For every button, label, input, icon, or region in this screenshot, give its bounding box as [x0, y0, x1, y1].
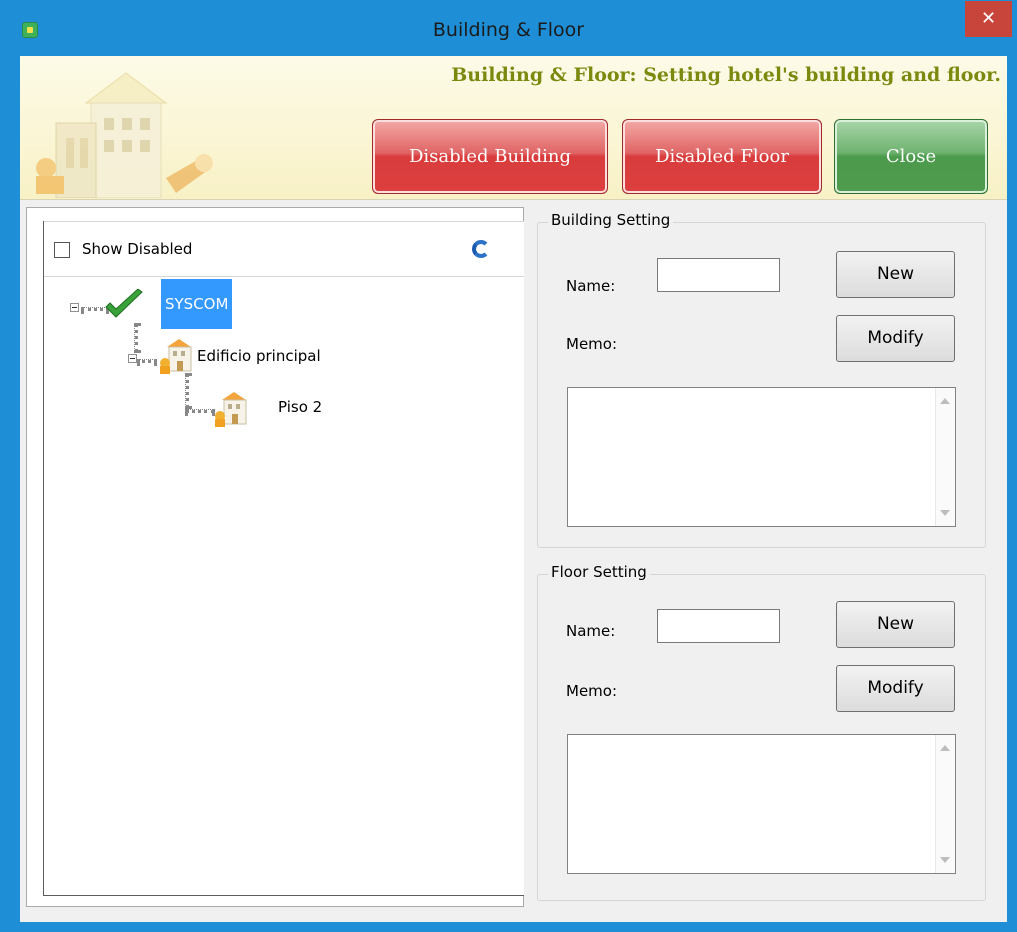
floor-memo-textarea[interactable]: [567, 734, 956, 874]
tree-panel: Show Disabled SYSCOM Edificio principal …: [26, 207, 524, 907]
tree-collapse-toggle[interactable]: [70, 303, 79, 312]
building-name-input[interactable]: [657, 258, 780, 292]
check-icon: [105, 289, 143, 318]
show-disabled-label[interactable]: Show Disabled: [82, 240, 192, 258]
building-name-label: Name:: [566, 277, 616, 295]
scroll-up-icon[interactable]: [940, 398, 950, 404]
tree-collapse-toggle[interactable]: [128, 354, 137, 363]
tree-toolbar: Show Disabled: [44, 221, 524, 277]
floor-setting-group: Floor Setting Name: New Memo: Modify: [537, 563, 986, 901]
window: Building & Floor ✕ Building & Floor: Set…: [0, 0, 1017, 932]
scroll-up-icon[interactable]: [940, 745, 950, 751]
floor-name-input[interactable]: [657, 609, 780, 643]
tree-connector: [134, 323, 138, 353]
building-modify-button[interactable]: Modify: [836, 315, 955, 362]
building-new-button[interactable]: New: [836, 251, 955, 298]
tree-view[interactable]: SYSCOM Edificio principal Piso 2: [44, 277, 524, 895]
building-setting-group: Building Setting Name: New Memo: Modify: [537, 211, 986, 548]
building-setting-title: Building Setting: [548, 211, 674, 229]
building-icon: [215, 392, 247, 427]
refresh-icon[interactable]: [472, 240, 490, 258]
disabled-floor-button[interactable]: Disabled Floor: [622, 119, 822, 194]
floor-name-label: Name:: [566, 622, 616, 640]
title-bar: Building & Floor ✕: [0, 0, 1017, 56]
tree-node-edificio-principal[interactable]: Edificio principal: [197, 347, 321, 365]
banner-description: Building & Floor: Setting hotel's buildi…: [451, 64, 1001, 86]
client-area: Building & Floor: Setting hotel's buildi…: [20, 56, 1007, 922]
floor-modify-button[interactable]: Modify: [836, 665, 955, 712]
window-close-button[interactable]: ✕: [965, 1, 1012, 37]
tree-node-syscom[interactable]: SYSCOM: [161, 279, 233, 329]
scrollbar[interactable]: [935, 388, 955, 526]
tree-connector: [185, 409, 215, 413]
header-banner: Building & Floor: Setting hotel's buildi…: [20, 56, 1007, 200]
tree-connector: [185, 373, 189, 409]
show-disabled-checkbox[interactable]: [54, 242, 70, 258]
floor-memo-label: Memo:: [566, 682, 618, 700]
building-memo-label: Memo:: [566, 335, 618, 353]
tree-node-piso-2[interactable]: Piso 2: [278, 398, 322, 416]
disabled-building-button[interactable]: Disabled Building: [372, 119, 608, 194]
building-icon: [160, 339, 192, 374]
window-title: Building & Floor: [432, 19, 585, 41]
tree-connector: [137, 359, 157, 363]
hotel-illustration-icon: [36, 72, 213, 198]
floor-setting-title: Floor Setting: [548, 563, 650, 581]
close-button[interactable]: Close: [834, 119, 988, 194]
building-memo-textarea[interactable]: [567, 387, 956, 527]
floor-new-button[interactable]: New: [836, 601, 955, 648]
scrollbar[interactable]: [935, 735, 955, 873]
scroll-down-icon[interactable]: [940, 857, 950, 863]
tree-container: Show Disabled SYSCOM Edificio principal …: [43, 221, 524, 896]
scroll-down-icon[interactable]: [940, 510, 950, 516]
